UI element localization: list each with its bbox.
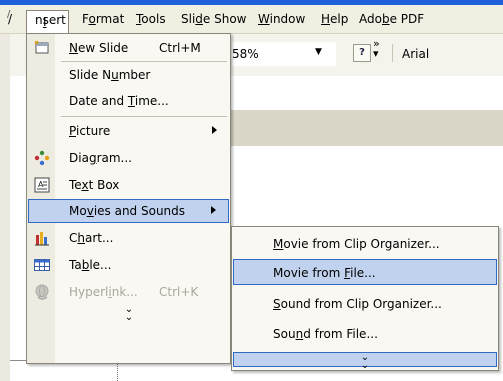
- menu-item-label: Movie from Clip Organizer...: [273, 237, 440, 251]
- menu-slide-show[interactable]: Slide Show: [181, 12, 247, 26]
- submenu-expand-icon: ⌄ ⌄: [360, 352, 370, 371]
- font-name-combo[interactable]: Arial: [402, 47, 429, 61]
- menu-item-label: Hyperlink...: [69, 285, 138, 299]
- menu-insert-label: Insert: [35, 13, 66, 29]
- menu-tools[interactable]: Tools: [136, 12, 166, 26]
- menu-item-label: Date and Time...: [69, 94, 169, 108]
- menu-separator: [61, 116, 227, 117]
- menu-help[interactable]: Help: [321, 12, 348, 26]
- text-box-icon: A: [33, 176, 51, 194]
- menu-window[interactable]: Window: [258, 12, 305, 26]
- menu-item-label: Diagram...: [69, 151, 132, 165]
- menu-item-table[interactable]: Table...: [28, 254, 229, 276]
- zoom-value: 58%: [232, 47, 259, 61]
- menu-item-label: Sound from File...: [273, 327, 378, 341]
- toolbar-options-icon[interactable]: » ▾: [373, 38, 380, 59]
- menu-item-label: Slide Number: [69, 68, 151, 82]
- menu-item-label: Sound from Clip Organizer...: [273, 297, 442, 311]
- menu-expand-icon[interactable]: ⌄ ⌄: [122, 305, 136, 323]
- menu-item-diagram[interactable]: Diagram...: [28, 147, 229, 169]
- menu-bar: / Insert Format Tools Slide Show Window …: [0, 5, 503, 34]
- submenu-item-sound-from-clip-organizer[interactable]: Sound from Clip Organizer...: [233, 290, 497, 316]
- menu-item-text-box[interactable]: A Text Box: [28, 174, 229, 196]
- menu-item-label: Table...: [69, 258, 112, 272]
- menu-separator: [61, 61, 227, 62]
- new-slide-icon: [33, 39, 51, 57]
- table-icon: [33, 256, 51, 274]
- menu-item-movies-and-sounds[interactable]: Movies and Sounds: [28, 199, 229, 223]
- menu-item-label: Movie from File...: [273, 266, 376, 280]
- submenu-item-movie-from-clip-organizer[interactable]: Movie from Clip Organizer...: [233, 230, 497, 256]
- submenu-arrow-icon: [211, 206, 216, 214]
- hyperlink-icon: [33, 283, 51, 301]
- menu-item-label: Text Box: [69, 178, 120, 192]
- submenu-item-sound-from-file[interactable]: Sound from File...: [233, 320, 497, 346]
- menu-item-chart[interactable]: Chart...: [28, 227, 229, 249]
- menu-insert[interactable]: Insert: [26, 10, 69, 33]
- menu-item-slide-number[interactable]: Slide Number: [28, 64, 229, 86]
- window-edge-mark: /: [7, 9, 11, 20]
- toolbar-separator: [392, 44, 393, 62]
- menu-item-hyperlink: Hyperlink... Ctrl+K: [28, 281, 229, 303]
- submenu-item-movie-from-file[interactable]: Movie from File...: [233, 259, 497, 285]
- guide-line: [117, 362, 119, 381]
- submenu-expand-row[interactable]: ⌄ ⌄: [233, 352, 497, 371]
- movies-and-sounds-submenu: Movie from Clip Organizer... Movie from …: [231, 226, 499, 371]
- menu-adobe-pdf[interactable]: Adobe PDF: [359, 12, 424, 26]
- menu-item-label: Chart...: [69, 231, 114, 245]
- chart-icon: [33, 229, 51, 247]
- menu-item-date-time[interactable]: Date and Time...: [28, 90, 229, 112]
- menu-item-shortcut: Ctrl+M: [159, 41, 201, 55]
- menu-item-label: Movies and Sounds: [69, 204, 186, 218]
- slide-pane-header: [231, 110, 503, 146]
- diagram-icon: [33, 149, 51, 167]
- left-pane-edge: [0, 34, 10, 381]
- chevron-down-icon[interactable]: ▼: [315, 47, 322, 57]
- menu-item-label: New Slide: [69, 41, 129, 55]
- menu-item-picture[interactable]: Picture: [28, 120, 229, 142]
- insert-menu: New Slide Ctrl+M Slide Number Date and T…: [26, 33, 231, 364]
- menu-item-label: Picture: [69, 124, 111, 138]
- menu-item-new-slide[interactable]: New Slide Ctrl+M: [28, 37, 229, 59]
- help-icon[interactable]: ?: [353, 44, 371, 62]
- menu-format[interactable]: Format: [82, 12, 124, 26]
- menu-item-shortcut: Ctrl+K: [159, 285, 199, 299]
- submenu-arrow-icon: [212, 126, 217, 134]
